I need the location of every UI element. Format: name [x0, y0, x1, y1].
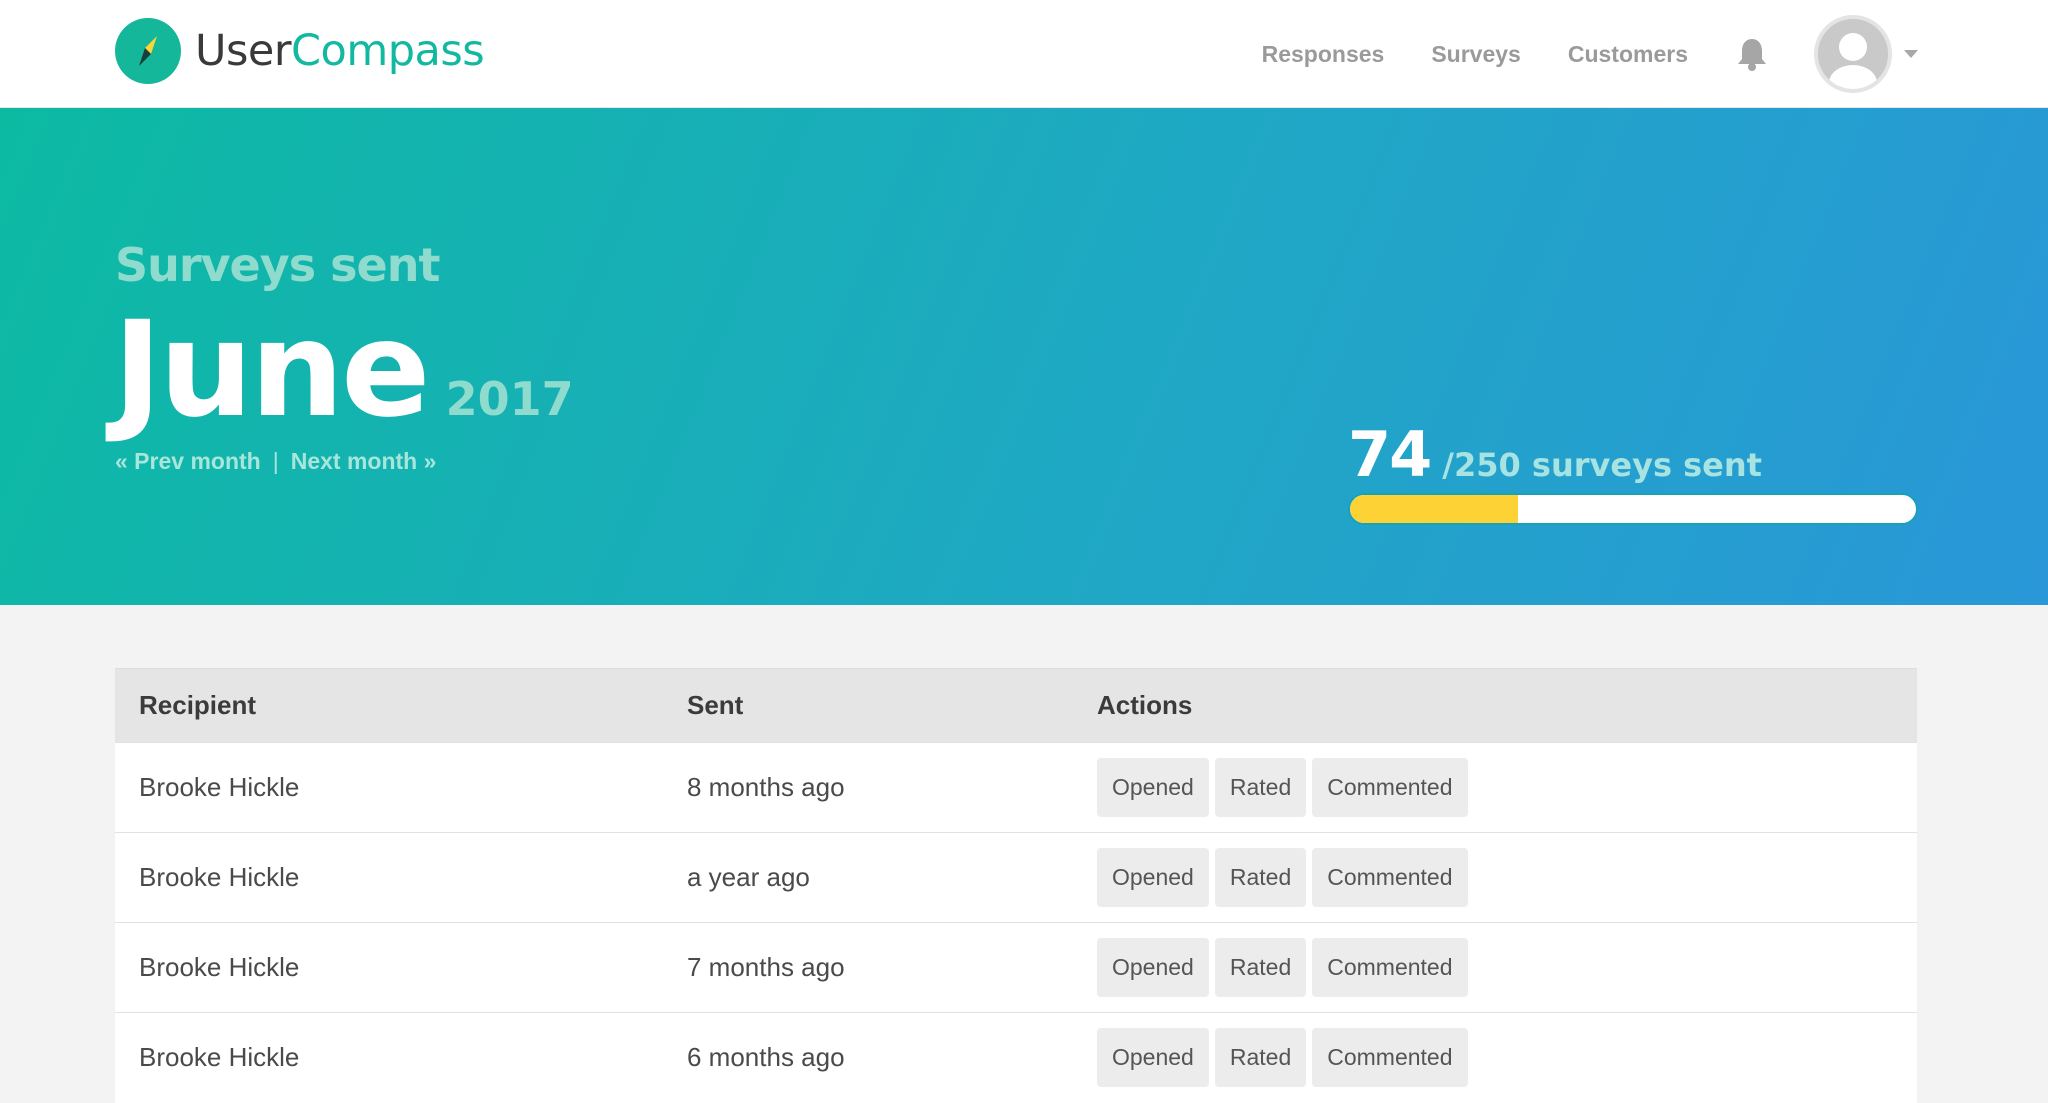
nav-link-surveys[interactable]: Surveys: [1431, 41, 1521, 68]
hero-subtitle: Surveys sent: [115, 238, 440, 292]
cell-recipient: Brooke Hickle: [139, 952, 300, 982]
action-commented-tag[interactable]: Commented: [1312, 758, 1468, 817]
action-rated-tag[interactable]: Rated: [1214, 758, 1307, 817]
quota-sent-count: 74: [1348, 418, 1432, 491]
compass-icon: [115, 18, 181, 84]
cell-actions: Opened Rated Commented: [1073, 833, 1917, 923]
cell-recipient: Brooke Hickle: [139, 862, 300, 892]
brand-name: UserCompass: [195, 26, 485, 76]
cell-actions: Opened Rated Commented: [1073, 1013, 1917, 1103]
action-rated-tag[interactable]: Rated: [1214, 848, 1307, 907]
table-row[interactable]: Brooke Hickle 6 months ago Opened Rated Co…: [115, 1012, 1917, 1103]
column-header-recipient: Recipient: [115, 668, 663, 743]
cell-sent: 6 months ago: [687, 1042, 845, 1073]
nav-link-customers[interactable]: Customers: [1568, 41, 1688, 68]
survey-table-container: Recipient Sent Actions Brooke Hickle 8 m…: [115, 668, 1917, 1103]
brand-name-user: User: [195, 26, 292, 76]
hero-period: June 2017: [113, 293, 574, 447]
action-opened-tag[interactable]: Opened: [1097, 758, 1209, 817]
table-row[interactable]: Brooke Hickle 8 months ago Opened Rated Co…: [115, 742, 1917, 833]
action-commented-tag[interactable]: Commented: [1312, 848, 1468, 907]
action-opened-tag[interactable]: Opened: [1097, 848, 1209, 907]
month-navigation: « Prev month | Next month »: [115, 448, 436, 475]
action-opened-tag[interactable]: Opened: [1097, 1028, 1209, 1088]
month-nav-separator: |: [272, 448, 279, 474]
hero-month: June: [113, 293, 431, 447]
bell-icon[interactable]: [1736, 37, 1768, 71]
cell-recipient: Brooke Hickle: [139, 772, 300, 802]
nav-link-responses[interactable]: Responses: [1262, 41, 1385, 68]
cell-sent: 7 months ago: [687, 952, 845, 982]
hero-year: 2017: [445, 372, 574, 426]
quota-text: 74 /250 surveys sent: [1348, 418, 1918, 491]
survey-quota: 74 /250 surveys sent: [1348, 418, 1918, 525]
survey-table: Recipient Sent Actions Brooke Hickle 8 m…: [115, 668, 1917, 1103]
hero-banner: Surveys sent June 2017 « Prev month | Ne…: [0, 108, 2048, 605]
action-commented-tag[interactable]: Commented: [1312, 938, 1468, 997]
top-navbar: UserCompass Responses Surveys Customers: [0, 0, 2048, 108]
table-row[interactable]: Brooke Hickle a year ago Opened Rated Comm…: [115, 832, 1917, 923]
cell-recipient: Brooke Hickle: [139, 1042, 300, 1073]
action-rated-tag[interactable]: Rated: [1214, 1028, 1307, 1088]
action-rated-tag[interactable]: Rated: [1214, 938, 1307, 997]
action-commented-tag[interactable]: Commented: [1312, 1028, 1468, 1088]
main-nav: Responses Surveys Customers: [1215, 0, 1918, 108]
prev-month-link[interactable]: « Prev month: [115, 448, 261, 475]
cell-sent: a year ago: [687, 862, 810, 892]
brand-logo-link[interactable]: UserCompass: [115, 18, 485, 84]
caret-down-icon[interactable]: [1904, 45, 1918, 63]
table-row[interactable]: Brooke Hickle 7 months ago Opened Rated Co…: [115, 922, 1917, 1013]
action-opened-tag[interactable]: Opened: [1097, 938, 1209, 997]
column-header-actions: Actions: [1073, 668, 1917, 743]
cell-sent: 8 months ago: [687, 772, 845, 802]
quota-total-label: /250 surveys sent: [1442, 446, 1762, 484]
quota-progress-fill: [1350, 495, 1518, 523]
column-header-sent: Sent: [663, 668, 1073, 743]
table-header-row: Recipient Sent Actions: [115, 668, 1917, 743]
next-month-link[interactable]: Next month »: [291, 448, 437, 475]
cell-actions: Opened Rated Commented: [1073, 743, 1917, 833]
quota-progress-bar: [1348, 493, 1918, 525]
brand-name-compass: Compass: [291, 26, 485, 76]
user-menu[interactable]: [1814, 15, 1918, 93]
avatar: [1814, 15, 1892, 93]
cell-actions: Opened Rated Commented: [1073, 923, 1917, 1013]
